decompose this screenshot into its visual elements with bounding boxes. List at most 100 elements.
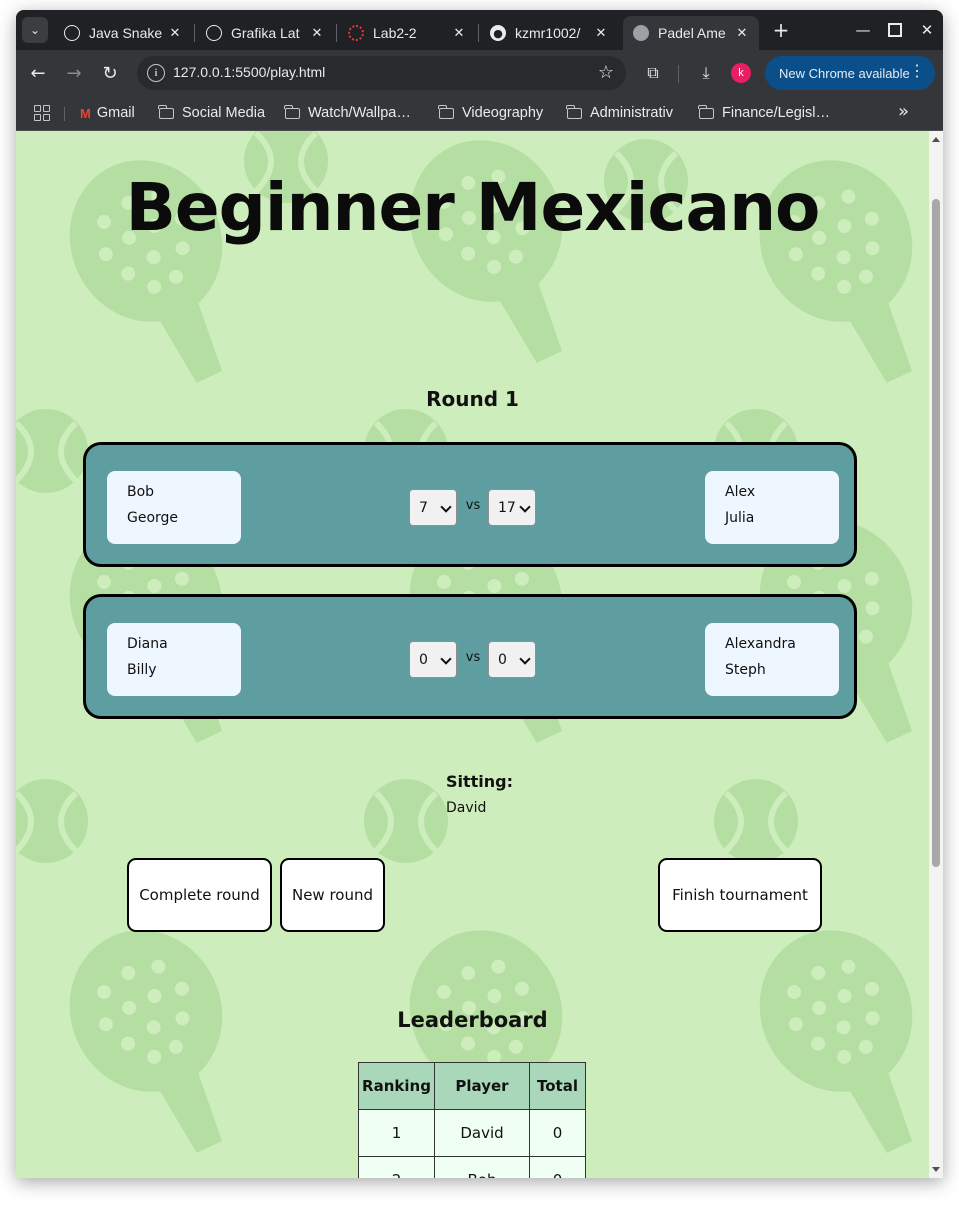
chevron-down-icon bbox=[519, 653, 531, 665]
reload-button[interactable]: ↻ bbox=[98, 61, 122, 85]
tab-padel-active[interactable]: Padel Ame ✕ bbox=[623, 16, 759, 50]
forward-button[interactable]: → bbox=[62, 61, 86, 85]
more-bookmarks-icon[interactable]: » bbox=[898, 101, 909, 122]
download-icon: ⤓ bbox=[702, 63, 710, 82]
leaderboard-table: Ranking Player Total 1 David 0 2 Bob 0 bbox=[358, 1062, 586, 1178]
folder-icon bbox=[158, 104, 174, 119]
github-icon: ● bbox=[490, 25, 506, 41]
score-select-left[interactable]: 7 bbox=[409, 489, 457, 526]
score-select-right[interactable]: 0 bbox=[488, 641, 536, 678]
score-select-left[interactable]: 0 bbox=[409, 641, 457, 678]
close-icon: ✕ bbox=[920, 21, 934, 39]
team-left: Diana Billy bbox=[107, 623, 241, 696]
close-icon[interactable]: ✕ bbox=[450, 26, 468, 41]
profile-avatar[interactable]: k bbox=[731, 63, 751, 83]
reload-icon: ↻ bbox=[102, 62, 118, 84]
player-cell: David bbox=[434, 1109, 530, 1157]
maximize-icon bbox=[888, 23, 902, 37]
column-header: Player bbox=[434, 1062, 530, 1110]
close-icon[interactable]: ✕ bbox=[166, 26, 184, 41]
sitting-label: Sitting: bbox=[446, 772, 514, 791]
page-scrollbar[interactable] bbox=[929, 131, 943, 1178]
round-title: Round 1 bbox=[426, 387, 519, 411]
ranking-cell: 1 bbox=[358, 1109, 435, 1157]
tab-title: Padel Ame bbox=[658, 25, 726, 41]
openai-icon bbox=[64, 25, 80, 41]
tab-github[interactable]: ● kzmr1002/ ✕ bbox=[480, 16, 618, 50]
info-icon[interactable]: i bbox=[147, 64, 165, 82]
team-right: Alex Julia bbox=[705, 471, 839, 544]
minimize-button[interactable]: — bbox=[851, 18, 875, 42]
scroll-up-icon[interactable] bbox=[932, 137, 940, 142]
team-right: Alexandra Steph bbox=[705, 623, 839, 696]
player-name: Alex bbox=[725, 484, 756, 500]
back-button[interactable]: ← bbox=[26, 61, 50, 85]
extensions-button[interactable]: ⧉ bbox=[641, 61, 665, 85]
folder-icon bbox=[284, 104, 300, 119]
new-tab-button[interactable]: + bbox=[769, 18, 793, 42]
ranking-cell: 2 bbox=[358, 1156, 435, 1178]
table-header-row: Ranking Player Total bbox=[358, 1062, 586, 1110]
chevron-down-icon bbox=[440, 501, 452, 513]
finish-tournament-button[interactable]: Finish tournament bbox=[658, 858, 822, 932]
arrow-left-icon: ← bbox=[30, 62, 46, 84]
complete-round-button[interactable]: Complete round bbox=[127, 858, 272, 932]
tab-title: Java Snake bbox=[89, 25, 163, 41]
page-title: Beginner Mexicano bbox=[125, 169, 821, 246]
close-icon[interactable]: ✕ bbox=[733, 26, 751, 41]
tab-title: Lab2-2 bbox=[373, 25, 417, 41]
close-icon[interactable]: ✕ bbox=[592, 26, 610, 41]
bookmark-videography[interactable]: Videography bbox=[438, 103, 543, 123]
column-header: Ranking bbox=[358, 1062, 435, 1110]
scroll-down-icon[interactable] bbox=[932, 1167, 940, 1172]
vs-label: vs bbox=[465, 498, 481, 513]
column-header: Total bbox=[529, 1062, 586, 1110]
maximize-button[interactable] bbox=[883, 18, 907, 42]
address-bar[interactable]: i 127.0.0.1:5500/play.html ☆ bbox=[137, 56, 626, 90]
bookmark-finance[interactable]: Finance/Legisl… bbox=[698, 103, 830, 123]
bookmark-administrativ[interactable]: Administrativ bbox=[566, 103, 673, 123]
folder-icon bbox=[438, 104, 454, 119]
scroll-thumb[interactable] bbox=[932, 199, 940, 867]
apps-icon[interactable] bbox=[34, 105, 50, 121]
tab-lab2[interactable]: Lab2-2 ✕ bbox=[338, 16, 476, 50]
bookmark-social-media[interactable]: Social Media bbox=[158, 103, 265, 123]
sitting-player: David bbox=[446, 800, 487, 816]
tab-grafika[interactable]: Grafika Lat ✕ bbox=[196, 16, 334, 50]
folder-icon bbox=[698, 104, 714, 119]
chrome-update-button[interactable]: New Chrome available ⋮ bbox=[765, 56, 935, 90]
browser-window: ⌄ Java Snake ✕ Grafika Lat ✕ Lab2-2 ✕ ● … bbox=[16, 10, 943, 1178]
gmail-icon: M bbox=[80, 105, 91, 121]
score-select-right[interactable]: 17 bbox=[488, 489, 536, 526]
chevron-down-icon: ⌄ bbox=[29, 23, 41, 37]
total-cell: 0 bbox=[529, 1156, 586, 1178]
update-label: New Chrome available bbox=[779, 65, 910, 81]
new-round-button[interactable]: New round bbox=[280, 858, 385, 932]
player-name: George bbox=[127, 510, 179, 526]
player-name: Julia bbox=[725, 510, 755, 526]
tab-title: kzmr1002/ bbox=[515, 25, 581, 41]
player-name: Billy bbox=[127, 662, 157, 678]
close-icon[interactable]: ✕ bbox=[308, 26, 326, 41]
player-name: Steph bbox=[725, 662, 766, 678]
match-card: Diana Billy 0 vs 0 Alexandra Steph bbox=[83, 594, 857, 719]
arrow-right-icon: → bbox=[66, 62, 82, 84]
folder-icon bbox=[566, 104, 582, 119]
close-window-button[interactable]: ✕ bbox=[915, 18, 939, 42]
tab-search-button[interactable]: ⌄ bbox=[22, 17, 48, 43]
tab-java-snake[interactable]: Java Snake ✕ bbox=[54, 16, 192, 50]
team-left: Bob George bbox=[107, 471, 241, 544]
bookmark-watch[interactable]: Watch/Wallpa… bbox=[284, 103, 411, 123]
table-row: 1 David 0 bbox=[358, 1109, 586, 1157]
chevron-down-icon bbox=[519, 501, 531, 513]
bookmark-gmail[interactable]: M Gmail bbox=[80, 103, 135, 123]
plus-icon: + bbox=[772, 18, 790, 42]
downloads-button[interactable]: ⤓ bbox=[694, 61, 718, 85]
more-menu-icon[interactable]: ⋮ bbox=[909, 63, 925, 81]
url-text[interactable]: 127.0.0.1:5500/play.html bbox=[173, 64, 325, 80]
bookmarks-bar: M Gmail Social Media Watch/Wallpa… Video… bbox=[16, 96, 943, 131]
tab-strip: ⌄ Java Snake ✕ Grafika Lat ✕ Lab2-2 ✕ ● … bbox=[16, 10, 943, 50]
vs-label: vs bbox=[465, 650, 481, 665]
player-name: Diana bbox=[127, 636, 168, 652]
star-icon[interactable]: ☆ bbox=[598, 62, 614, 83]
